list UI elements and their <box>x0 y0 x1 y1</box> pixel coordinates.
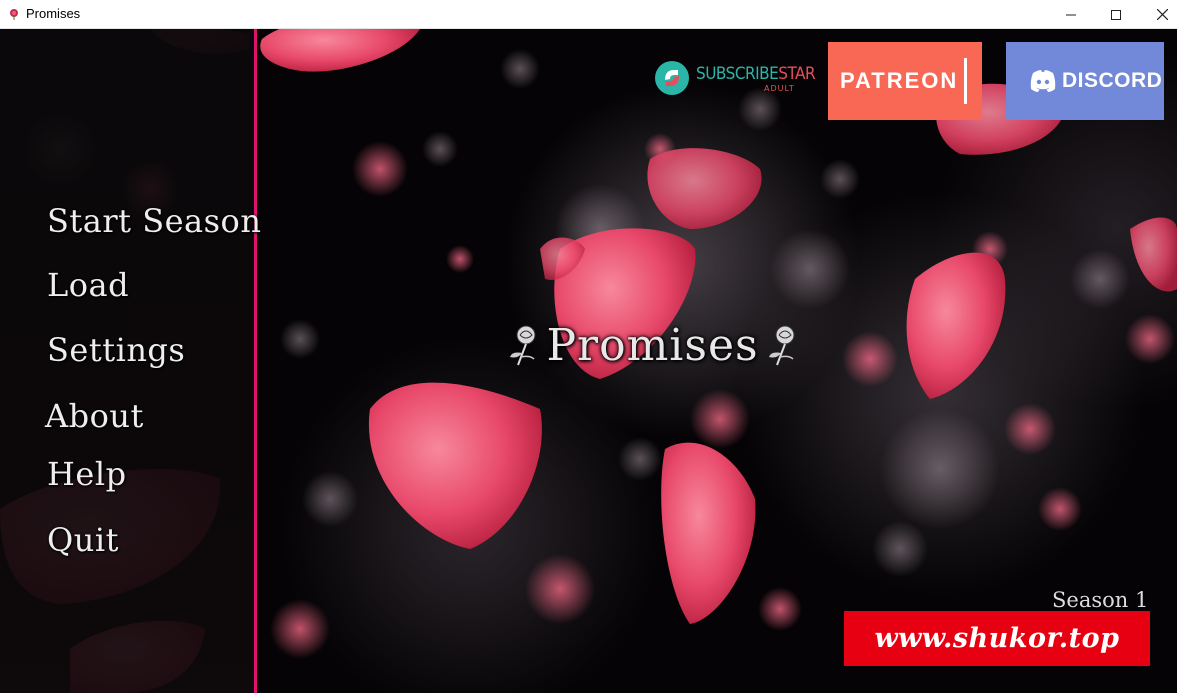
discord-label: DISCORD <box>1062 69 1163 92</box>
maximize-button[interactable] <box>1093 0 1139 29</box>
menu-help[interactable]: Help <box>47 455 127 493</box>
close-button[interactable] <box>1139 0 1177 29</box>
discord-logo-icon <box>1030 70 1056 92</box>
rose-left-icon <box>510 325 536 366</box>
minimize-button[interactable] <box>1048 0 1094 29</box>
rose-app-icon <box>10 9 18 20</box>
rose-right-icon <box>768 325 795 366</box>
watermark-text: www.shukor.top <box>874 623 1120 654</box>
watermark-banner: www.shukor.top <box>844 611 1150 666</box>
discord-button[interactable]: DISCORD <box>1006 42 1164 120</box>
game-title-text: Promises <box>546 319 759 371</box>
menu-about[interactable]: About <box>45 397 144 435</box>
maximize-icon <box>1111 9 1121 20</box>
subscribestar-label: SUBSCRIBESTAR <box>696 64 816 84</box>
minimize-icon <box>1066 14 1076 15</box>
game-title: Promises <box>500 315 805 375</box>
menu-load[interactable]: Load <box>47 266 129 304</box>
game-screen: Start Season Load Settings About Help Qu… <box>0 29 1177 693</box>
season-label: Season 1 <box>1052 588 1149 612</box>
subscribestar-sublabel: ADULT <box>764 84 795 93</box>
patreon-button[interactable]: PATREON <box>828 42 982 120</box>
close-icon <box>1156 9 1168 20</box>
title-bar: Promises <box>0 0 1177 29</box>
subscribestar-button[interactable]: SUBSCRIBESTAR ADULT <box>654 59 816 99</box>
subscribestar-logo-icon <box>655 61 689 95</box>
patreon-bar-icon <box>964 58 967 104</box>
menu-settings[interactable]: Settings <box>47 331 185 369</box>
sidebar-divider <box>254 29 257 693</box>
menu-quit[interactable]: Quit <box>47 521 119 559</box>
window-title: Promises <box>26 6 81 21</box>
menu-start-season[interactable]: Start Season <box>47 202 261 240</box>
patreon-label: PATREON <box>840 68 959 93</box>
